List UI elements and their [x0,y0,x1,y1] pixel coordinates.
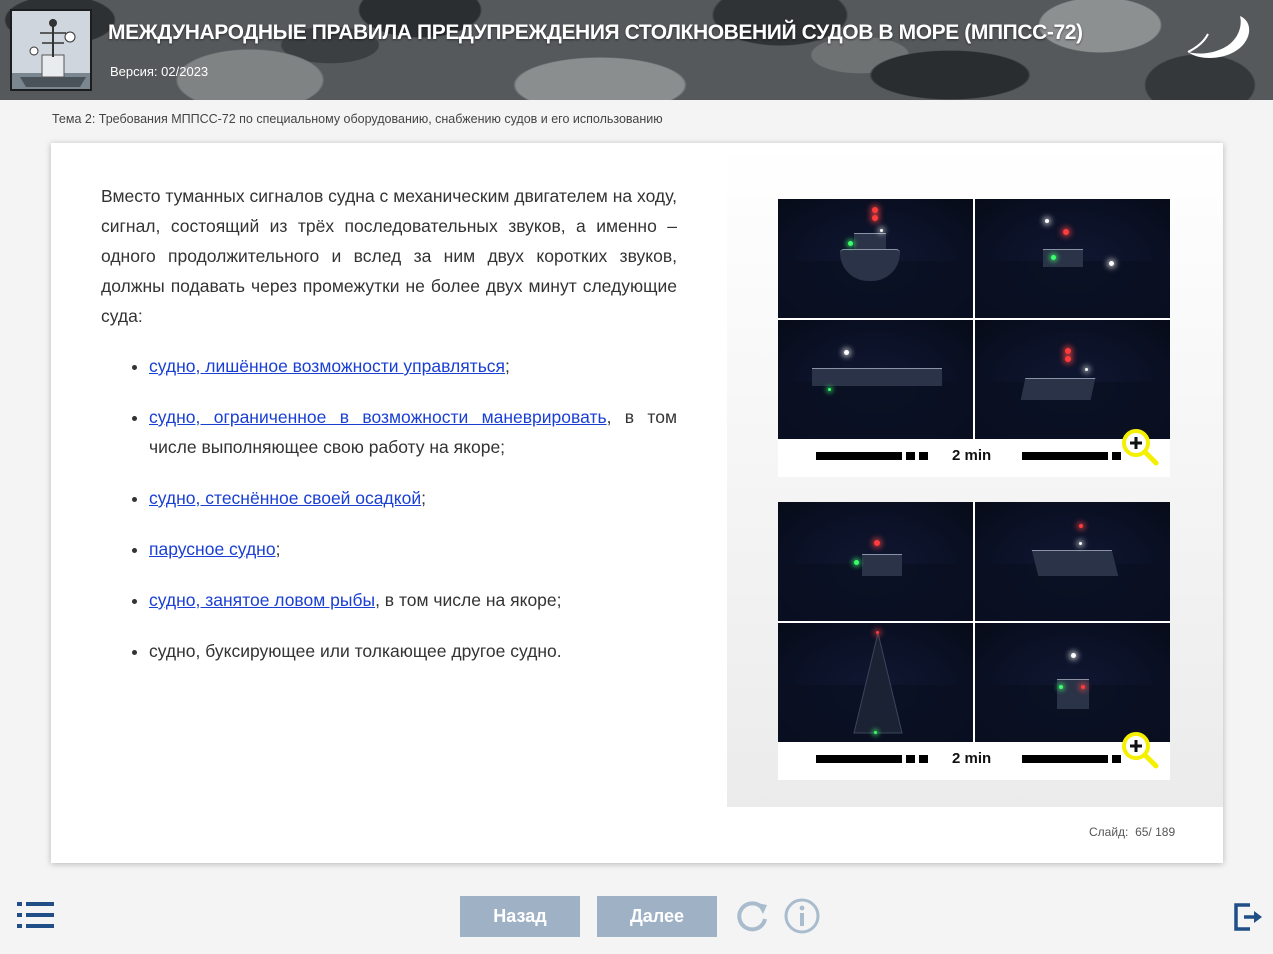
vessel-list: судно, лишённое возможности управляться;… [101,351,677,666]
reload-icon[interactable] [733,897,771,935]
fog-signal-image-2[interactable]: 2 min [778,502,1170,780]
media-panel: 2 min 2 min [727,143,1223,807]
link-not-under-command[interactable]: судно, лишённое возможности управляться [149,356,505,376]
slide-counter-label: Слайд: [1089,825,1129,839]
night-vessel-grid [778,199,1170,439]
version-label: Версия: 02/2023 [110,64,209,79]
vessel-night-view [975,502,1170,621]
list-item: судно, стеснённое своей осадкой; [149,483,677,513]
list-item: судно, буксирующее или толкающее другое … [149,636,677,666]
vessel-night-view [975,623,1170,742]
interval-label: 2 min [952,447,992,464]
course-title: МЕЖДУНАРОДНЫЕ ПРАВИЛА ПРЕДУПРЕЖДЕНИЯ СТО… [108,21,1083,44]
vessel-night-view [778,320,973,439]
long-blast-mark [1022,452,1108,460]
sound-signal-diagram: 2 min [778,732,1170,780]
slide-counter: Слайд: 65/ 189 [1089,825,1175,839]
vessel-night-view [778,502,973,621]
zoom-in-icon[interactable] [1120,730,1160,770]
short-blast-mark [919,755,928,763]
list-item: парусное судно; [149,534,677,564]
slide-card: Вместо туманных сигналов судна с механич… [51,143,1223,863]
list-item: судно, занятое ловом рыбы, в том числе н… [149,585,677,615]
vessel-night-view [975,320,1170,439]
list-item: судно, ограниченное в возможности маневр… [149,402,677,462]
next-button[interactable]: Далее [597,896,717,937]
short-blast-mark [906,452,915,460]
link-fishing-vessel[interactable]: судно, занятое ловом рыбы [149,590,375,610]
short-blast-mark [906,755,915,763]
slide-total: / 189 [1148,825,1176,839]
sailing-vessel-view [778,623,973,742]
long-blast-mark [816,452,902,460]
long-blast-mark [816,755,902,763]
intro-paragraph: Вместо туманных сигналов судна с механич… [101,186,677,326]
towing-vessel-text: судно, буксирующее или толкающее другое … [149,641,562,661]
sound-signal-diagram: 2 min [778,429,1170,477]
list-item: судно, лишённое возможности управляться; [149,351,677,381]
fog-signal-image-1[interactable]: 2 min [778,199,1170,477]
link-sailing-vessel[interactable]: парусное судно [149,539,276,559]
vessel-night-view [975,199,1170,318]
course-logo [10,9,92,91]
interval-label: 2 min [952,750,992,767]
exit-icon[interactable] [1232,901,1264,933]
link-constrained-by-draught[interactable]: судно, стеснённое своей осадкой [149,488,421,508]
link-restricted-maneuver[interactable]: судно, ограниченное в возможности маневр… [149,407,607,427]
night-vessel-grid [778,502,1170,742]
slide-current: 65 [1135,825,1149,839]
info-icon[interactable] [783,897,821,935]
short-blast-mark [919,452,928,460]
storm-logo [1187,16,1250,58]
slide-text: Вместо туманных сигналов судна с механич… [101,181,677,687]
vessel-night-view [778,199,973,318]
header-bar: МЕЖДУНАРОДНЫЕ ПРАВИЛА ПРЕДУПРЕЖДЕНИЯ СТО… [0,0,1273,100]
topic-breadcrumb: Тема 2: Требования МППСС-72 по специальн… [52,112,663,126]
back-button[interactable]: Назад [460,896,580,937]
long-blast-mark [1022,755,1108,763]
menu-icon[interactable] [16,900,56,930]
zoom-in-icon[interactable] [1120,427,1160,467]
